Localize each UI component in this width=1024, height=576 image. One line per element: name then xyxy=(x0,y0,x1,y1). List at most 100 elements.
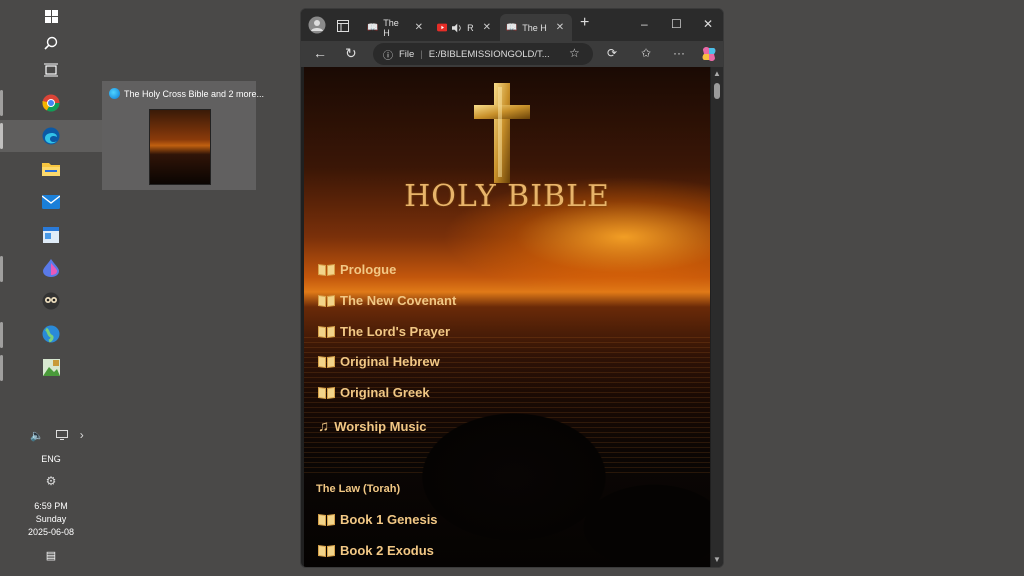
minimize-button[interactable]: – xyxy=(641,17,648,31)
folder-icon xyxy=(42,163,60,176)
address-bar[interactable]: ⓘ File | E:/BIBLEMISSIONGOLD/T... xyxy=(373,43,593,65)
clock-time[interactable]: 6:59 PM xyxy=(0,501,102,511)
menu-link-new-covenant[interactable]: The New Covenant xyxy=(318,293,456,308)
extensions-icon[interactable]: ⟳ xyxy=(607,46,617,60)
book-icon: 📖 xyxy=(506,22,518,32)
book-icon xyxy=(318,514,335,526)
back-arrow-icon[interactable]: ← xyxy=(313,45,327,61)
preview-title: The Holy Cross Bible and 2 more... xyxy=(124,89,265,99)
task-view-button[interactable] xyxy=(0,54,102,86)
scroll-thumb[interactable] xyxy=(714,83,720,99)
vertical-scrollbar[interactable]: ▲ ▼ xyxy=(711,67,723,567)
taskbar-file-explorer[interactable] xyxy=(0,153,102,185)
youtube-icon xyxy=(437,23,448,32)
taskbar-app[interactable] xyxy=(0,219,102,251)
book-link-label[interactable]: Book 2 Exodus xyxy=(340,543,434,558)
tab-holy-bible-1[interactable]: 📖 The H ✕ xyxy=(361,14,429,41)
book-icon: 📖 xyxy=(367,22,379,32)
system-tray: 🔈 › xyxy=(30,428,84,442)
menu-link-label[interactable]: The Lord's Prayer xyxy=(340,324,450,339)
globe-icon xyxy=(42,325,60,343)
book-icon xyxy=(318,356,335,368)
favorites-icon[interactable]: ✩ xyxy=(641,46,651,60)
page-title: HOLY BIBLE xyxy=(404,179,610,214)
section-heading-torah: The Law (Torah) xyxy=(316,483,401,495)
browser-window: 📖 The H ✕ R ✕ 📖 The H ✕ + – ☐ ✕ ← ↻ ⓘ Fi… xyxy=(300,8,724,568)
menu-link-label[interactable]: Original Greek xyxy=(340,385,430,400)
book-icon xyxy=(318,264,335,276)
close-tab-icon[interactable]: ✕ xyxy=(415,22,423,33)
taskbar-globe-app[interactable] xyxy=(0,318,102,350)
url-text[interactable]: E:/BIBLEMISSIONGOLD/T... xyxy=(429,49,550,60)
clock-day: Sunday xyxy=(35,514,67,524)
more-options-icon[interactable]: ··· xyxy=(673,46,685,60)
menu-link-worship-music[interactable]: ♫ Worship Music xyxy=(318,418,426,435)
tab-holy-bible-active[interactable]: 📖 The H ✕ xyxy=(500,14,572,41)
image-app-icon xyxy=(42,358,60,376)
tab-label: The H xyxy=(522,22,547,33)
favorite-star-icon[interactable]: ☆ xyxy=(569,46,580,60)
music-note-icon: ♫ xyxy=(318,418,330,435)
new-tab-button[interactable]: + xyxy=(580,14,589,32)
refresh-icon[interactable]: ↻ xyxy=(345,45,357,62)
separator: | xyxy=(420,48,423,60)
book-link-genesis[interactable]: Book 1 Genesis xyxy=(318,512,438,527)
taskbar-paint[interactable] xyxy=(0,252,102,284)
tab-actions-icon[interactable] xyxy=(337,20,349,32)
notification-icon[interactable]: ▤ xyxy=(0,549,102,562)
close-window-button[interactable]: ✕ xyxy=(703,17,713,31)
gold-cross-icon xyxy=(474,83,530,183)
menu-link-prologue[interactable]: Prologue xyxy=(318,262,396,277)
taskbar: 🔈 › ENG ⚙ 6:59 PM Sunday 2025-06-08 ▤ xyxy=(0,0,102,576)
volume-icon[interactable]: 🔈 xyxy=(30,429,44,442)
book-link-label[interactable]: Book 1 Genesis xyxy=(340,512,438,527)
taskbar-chrome[interactable] xyxy=(0,87,102,119)
tab-youtube[interactable]: R ✕ xyxy=(431,14,497,41)
chevron-right-icon[interactable]: › xyxy=(80,428,84,442)
book-icon xyxy=(318,295,335,307)
book-icon xyxy=(318,387,335,399)
network-icon[interactable] xyxy=(55,430,68,440)
taskbar-mail[interactable] xyxy=(0,186,102,218)
speaker-icon[interactable] xyxy=(452,23,462,33)
copilot-icon[interactable] xyxy=(701,46,717,62)
profile-avatar-icon[interactable] xyxy=(308,16,326,34)
taskbar-edge[interactable] xyxy=(0,120,102,152)
taskbar-image-app[interactable] xyxy=(0,351,102,383)
clock-date: 2025-06-08 xyxy=(27,527,75,537)
maximize-button[interactable]: ☐ xyxy=(671,17,682,31)
book-icon xyxy=(318,545,335,557)
scroll-up-arrow-icon[interactable]: ▲ xyxy=(713,69,721,78)
menu-link-label[interactable]: The New Covenant xyxy=(340,293,456,308)
close-tab-icon[interactable]: ✕ xyxy=(556,22,564,33)
chrome-icon xyxy=(42,94,60,112)
address-toolbar: ← ↻ ⓘ File | E:/BIBLEMISSIONGOLD/T... ☆ … xyxy=(301,41,723,67)
menu-link-lords-prayer[interactable]: The Lord's Prayer xyxy=(318,324,450,339)
menu-link-label[interactable]: Prologue xyxy=(340,262,396,277)
windows-logo-icon xyxy=(44,9,58,23)
page-content: HOLY BIBLE Prologue The New Covenant The… xyxy=(304,67,710,567)
tab-bar: 📖 The H ✕ R ✕ 📖 The H ✕ + – ☐ ✕ xyxy=(301,9,723,41)
taskbar-app-2[interactable] xyxy=(0,285,102,317)
edge-icon xyxy=(42,127,60,145)
menu-link-original-greek[interactable]: Original Greek xyxy=(318,385,430,400)
task-view-icon xyxy=(44,63,58,77)
window-app-icon xyxy=(43,227,59,243)
close-tab-icon[interactable]: ✕ xyxy=(483,22,491,33)
scroll-down-arrow-icon[interactable]: ▼ xyxy=(713,555,721,564)
menu-link-label[interactable]: Original Hebrew xyxy=(340,354,440,369)
mail-icon xyxy=(42,195,60,209)
info-icon[interactable]: ⓘ xyxy=(383,47,393,62)
tab-label: The H xyxy=(383,17,399,38)
file-scheme-label: File xyxy=(399,48,415,60)
taskbar-thumbnail-preview[interactable]: The Holy Cross Bible and 2 more... xyxy=(102,81,264,190)
tab-label: R xyxy=(467,22,474,33)
language-indicator[interactable]: ENG xyxy=(0,454,102,464)
book-link-exodus[interactable]: Book 2 Exodus xyxy=(318,543,434,558)
menu-link-label[interactable]: Worship Music xyxy=(334,419,426,434)
edge-icon xyxy=(109,88,120,99)
preview-thumbnail-image[interactable] xyxy=(149,109,211,185)
book-icon xyxy=(318,326,335,338)
settings-gear-icon[interactable]: ⚙ xyxy=(0,474,102,488)
menu-link-original-hebrew[interactable]: Original Hebrew xyxy=(318,354,440,369)
